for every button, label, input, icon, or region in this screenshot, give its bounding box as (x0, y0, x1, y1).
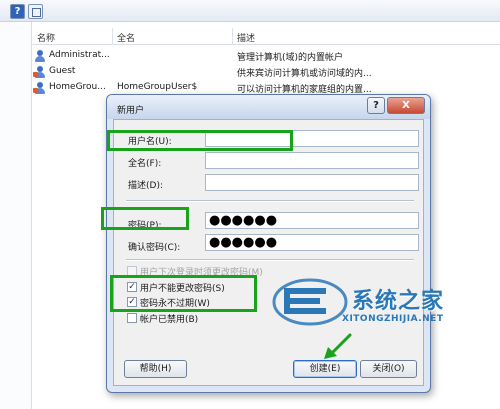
watermark-logo-icon (272, 278, 348, 326)
account-disabled-checkbox[interactable] (127, 313, 137, 323)
list-header: 名称 全名 描述 (32, 28, 500, 45)
column-header-fullname[interactable]: 全名 (117, 31, 135, 44)
separator (126, 200, 414, 202)
toolbar: ? (0, 0, 500, 22)
fullname-label: 全名(F): (128, 159, 162, 169)
watermark-brand: 系统之家 (352, 289, 445, 314)
fullname-input[interactable] (205, 152, 419, 169)
title-help-button[interactable]: ? (367, 97, 385, 114)
list-item[interactable]: Guest 供来宾访问计算机或访问域的内... (32, 64, 500, 80)
user-description: 管理计算机(域)的内置帐户 (237, 53, 344, 63)
close-button[interactable]: 关闭(O) (360, 360, 417, 378)
dialog-title: 新用户 (117, 106, 145, 116)
column-header-name[interactable]: 名称 (37, 31, 55, 44)
user-fullname: HomeGroupUser$ (117, 82, 198, 92)
highlight-password (101, 207, 189, 230)
description-input[interactable] (205, 174, 419, 191)
user-disabled-icon (33, 66, 46, 78)
description-label: 描述(D): (128, 181, 163, 191)
column-separator[interactable] (112, 28, 113, 45)
create-button[interactable]: 创建(E) (293, 360, 357, 378)
user-name: Guest (49, 66, 76, 76)
account-disabled-label: 帐户已禁用(B) (140, 315, 199, 325)
user-disabled-icon (33, 82, 46, 94)
watermark-url: XITONGZHIJIA.NET (342, 314, 444, 324)
arrow-icon (324, 333, 352, 359)
highlight-username (107, 130, 293, 151)
dialog-titlebar[interactable]: 新用户 ? X (107, 95, 430, 119)
list-item[interactable]: Administrat... 管理计算机(域)的内置帐户 (32, 48, 500, 64)
help-icon[interactable]: ? (10, 4, 25, 19)
user-icon (34, 50, 46, 62)
view-icon[interactable] (28, 4, 43, 19)
confirm-password-label: 确认密码(C): (128, 243, 181, 253)
user-name: Administrat... (49, 50, 110, 60)
title-close-button[interactable]: X (387, 97, 425, 114)
left-pane (0, 22, 32, 409)
confirm-password-input[interactable]: ●●●●●● (205, 234, 419, 251)
password-input[interactable]: ●●●●●● (205, 212, 419, 229)
user-description: 供来宾访问计算机或访问域的内... (237, 69, 372, 79)
user-name: HomeGrou... (49, 82, 106, 92)
help-button[interactable]: 帮助(H) (124, 360, 187, 378)
separator (126, 259, 414, 261)
dialog-body: 用户名(U): 全名(F): 描述(D): 密码(P): ●●●●●● 确认密码… (113, 119, 424, 386)
highlight-password-options (110, 275, 257, 312)
column-header-description[interactable]: 描述 (237, 31, 255, 44)
column-separator[interactable] (232, 28, 233, 45)
